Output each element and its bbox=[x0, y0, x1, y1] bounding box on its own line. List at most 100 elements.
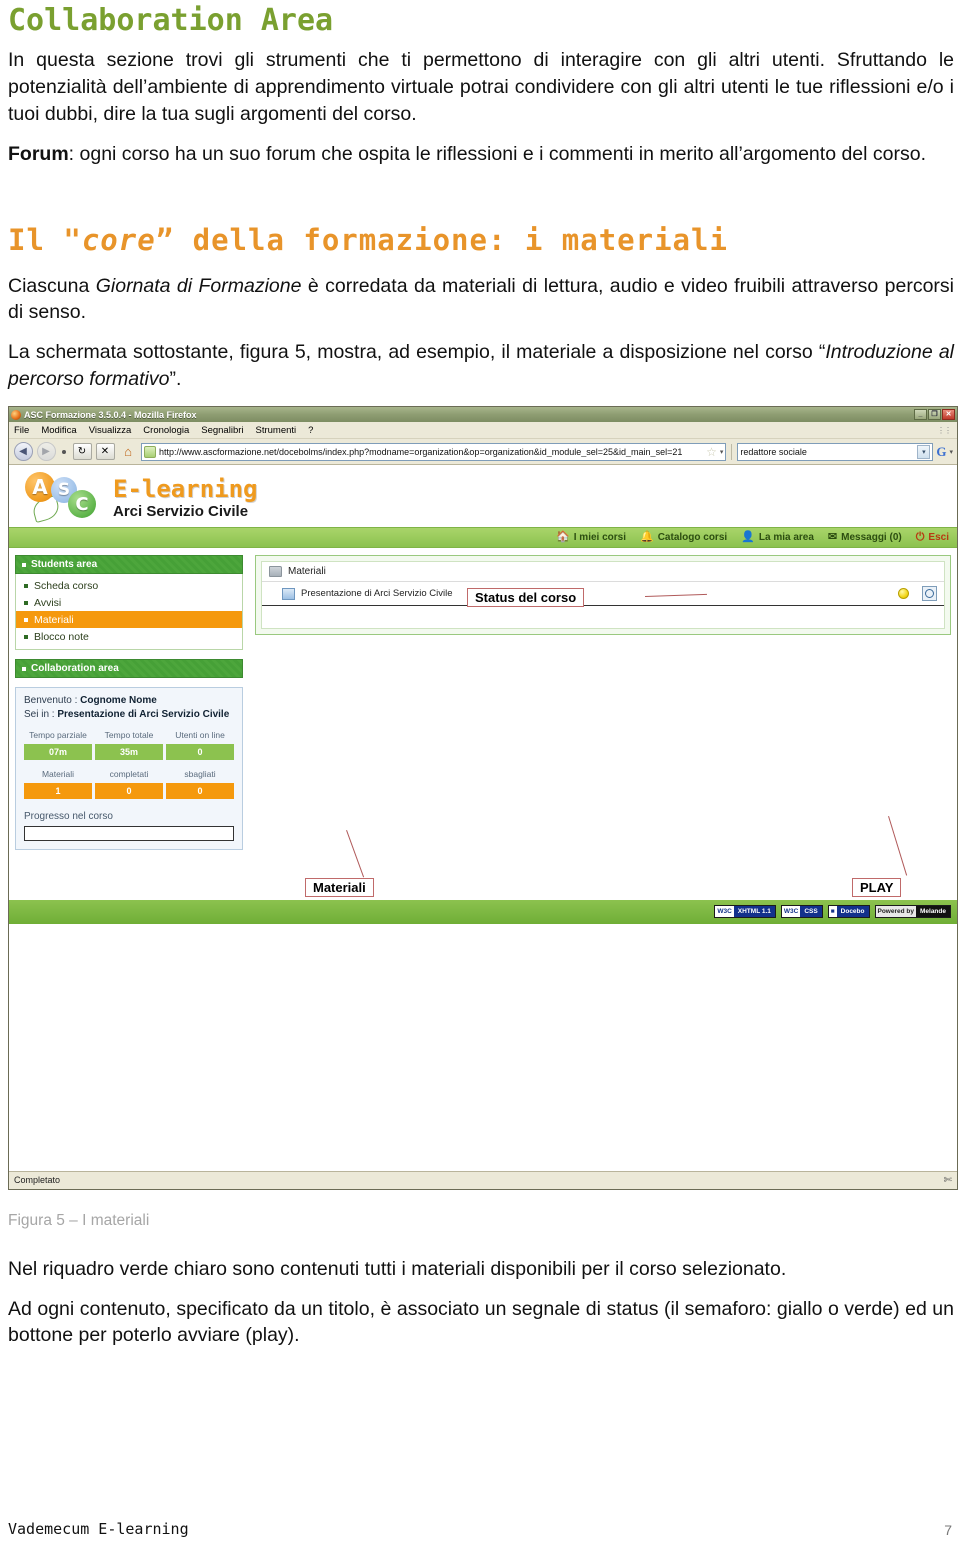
giornata-emphasis: Giornata di Formazione bbox=[95, 274, 302, 297]
menu-cronologia[interactable]: Cronologia bbox=[143, 425, 189, 436]
stat-header-sbagliati: sbagliati bbox=[184, 768, 216, 779]
material-item-label: Presentazione di Arci Servizio Civile bbox=[301, 588, 453, 600]
bullet-icon bbox=[24, 634, 28, 639]
material-item-row[interactable]: Presentazione di Arci Servizio Civile bbox=[262, 582, 944, 607]
welcome-line: Benvenuto : Cognome Nome bbox=[24, 694, 234, 708]
document-page: Collaboration Area In questa sezione tro… bbox=[0, 4, 960, 1548]
sidebar-item-blocco-note[interactable]: Blocco note bbox=[16, 628, 242, 645]
menu-visualizza[interactable]: Visualizza bbox=[89, 425, 132, 436]
stat-value-tempo-parziale: 07m bbox=[24, 743, 92, 760]
search-engine-chevron-icon[interactable]: ▾ bbox=[917, 444, 931, 459]
reload-icon: ↻ bbox=[72, 443, 92, 461]
sidebar-label-blocco-note: Blocco note bbox=[34, 630, 89, 643]
firefox-icon bbox=[11, 409, 21, 420]
footer-document-title: Vademecum E-learning bbox=[8, 1520, 189, 1538]
paragraph-riquadro: Nel riquadro verde chiaro sono contenuti… bbox=[8, 1257, 787, 1280]
nav-label-messaggi: Messaggi (0) bbox=[841, 532, 902, 544]
menu-modifica[interactable]: Modifica bbox=[41, 425, 76, 436]
statusbar-indicator-icon: ✄ bbox=[943, 1174, 952, 1186]
sidebar-label-scheda-corso: Scheda corso bbox=[34, 579, 99, 592]
forward-button[interactable]: ▶ bbox=[36, 442, 56, 462]
power-nav-icon: ⏻ bbox=[915, 531, 925, 544]
nav-item-i-miei-corsi[interactable]: 🏠 I miei corsi bbox=[556, 532, 626, 544]
search-engine-caret-icon[interactable]: ▾ bbox=[949, 448, 953, 456]
sidebar-collaboration-area-label: Collaboration area bbox=[31, 663, 119, 675]
address-bar[interactable]: http://www.ascformazione.net/docebolms/i… bbox=[141, 442, 727, 461]
stat-value-completati: 0 bbox=[95, 782, 163, 799]
search-bar[interactable]: redattore sociale ▾ bbox=[737, 442, 934, 461]
badge-css[interactable]: W3C CSS bbox=[780, 905, 823, 919]
paragraph-intro: In questa sezione trovi gli strumenti ch… bbox=[8, 49, 954, 125]
sidebar-header-students-area[interactable]: Students area bbox=[15, 555, 243, 575]
badge-xhtml-right: XHTML 1.1 bbox=[733, 906, 775, 918]
bell-nav-icon: 🔔 bbox=[640, 531, 654, 544]
welcome-label: Benvenuto : bbox=[24, 695, 78, 707]
badge-docebo[interactable]: ■ Docebo bbox=[827, 905, 870, 919]
home-button[interactable]: ⌂ bbox=[118, 442, 138, 462]
bullet-icon bbox=[22, 562, 26, 567]
sidebar-header-collaboration-area[interactable]: Collaboration area bbox=[15, 659, 243, 679]
callout-materiali: Materiali bbox=[305, 877, 374, 897]
nav-item-esci[interactable]: ⏻ Esci bbox=[915, 531, 949, 544]
user-nav-icon: 👤 bbox=[741, 531, 755, 544]
stop-button[interactable]: ✕ bbox=[95, 442, 115, 462]
chevron-down-icon[interactable]: ▾ bbox=[720, 448, 724, 456]
badge-xhtml[interactable]: W3C XHTML 1.1 bbox=[714, 905, 776, 919]
document-icon bbox=[282, 587, 295, 600]
menu-file[interactable]: File bbox=[14, 425, 29, 436]
paragraph-giornata: Ciascuna Giornata di Formazione è corred… bbox=[8, 273, 954, 327]
stop-icon: ✕ bbox=[95, 443, 115, 461]
bookmark-star-icon[interactable]: ☆ bbox=[706, 445, 717, 459]
nav-item-messaggi[interactable]: ✉ Messaggi (0) bbox=[828, 532, 902, 544]
reload-button[interactable]: ↻ bbox=[72, 442, 92, 462]
giornata-pre: Ciascuna bbox=[8, 274, 96, 297]
status-light-icon bbox=[898, 588, 909, 600]
paragraph-schermata: La schermata sottostante, figura 5, most… bbox=[8, 339, 954, 393]
materials-folder-row[interactable]: Materiali bbox=[262, 562, 944, 583]
stats-values-materials: 1 0 0 bbox=[24, 782, 234, 799]
brand-text-block: E-learning Arci Servizio Civile bbox=[113, 476, 258, 520]
page-title: Collaboration Area bbox=[8, 3, 334, 38]
schermata-pre: La schermata sottostante, figura 5, most… bbox=[8, 341, 826, 364]
heading-post: ” della formazione: i materiali bbox=[155, 222, 728, 257]
stat-header-tempo-parziale: Tempo parziale bbox=[29, 730, 87, 741]
progress-bar bbox=[24, 825, 234, 841]
menu-help[interactable]: ? bbox=[308, 425, 313, 436]
close-button[interactable]: ✕ bbox=[942, 409, 955, 421]
footer-page-number: 7 bbox=[944, 1522, 952, 1538]
minimize-button[interactable]: _ bbox=[914, 409, 927, 421]
play-button[interactable] bbox=[922, 586, 937, 602]
toolbar-dropdown-dot[interactable] bbox=[62, 449, 66, 454]
user-info-panel: Benvenuto : Cognome Nome Sei in : Presen… bbox=[15, 687, 243, 850]
browser-window-screenshot: ASC Formazione 3.5.0.4 - Mozilla Firefox… bbox=[8, 406, 958, 1190]
sidebar-label-avvisi: Avvisi bbox=[34, 596, 62, 609]
sidebar-item-avvisi[interactable]: Avvisi bbox=[16, 594, 242, 611]
stats-block-materials: Materiali completati sbagliati 1 0 0 bbox=[24, 769, 234, 799]
menu-segnalibri[interactable]: Segnalibri bbox=[201, 425, 243, 436]
status-text: Completato bbox=[14, 1175, 61, 1186]
location-value: Presentazione di Arci Servizio Civile bbox=[57, 708, 230, 720]
menu-strumenti[interactable]: Strumenti bbox=[256, 425, 297, 436]
materials-empty-row bbox=[262, 606, 944, 629]
location-label: Sei in : bbox=[24, 708, 55, 720]
badge-css-left: W3C bbox=[781, 906, 801, 918]
forum-text: : ogni corso ha un suo forum che ospita … bbox=[68, 142, 926, 165]
stat-value-sbagliati: 0 bbox=[166, 782, 234, 799]
badge-melande-right: Melande bbox=[915, 906, 950, 918]
play-icon bbox=[925, 589, 934, 599]
sidebar-item-scheda-corso[interactable]: Scheda corso bbox=[16, 577, 242, 594]
page-viewport: A S C E-learning Arci Servizio Civile 🏠 … bbox=[9, 465, 957, 1171]
stat-header-utenti-online: Utenti on line bbox=[175, 730, 225, 741]
sidebar-item-materiali[interactable]: Materiali bbox=[16, 611, 242, 629]
stat-header-tempo-totale: Tempo totale bbox=[104, 730, 154, 741]
badge-melande[interactable]: Powered by Melande bbox=[874, 905, 951, 919]
maximize-button[interactable]: ❐ bbox=[928, 409, 941, 421]
search-input-value: redattore sociale bbox=[740, 446, 807, 457]
main-panel: Materiali Presentazione di Arci Servizio… bbox=[255, 555, 951, 850]
section-heading-materiali: Il "core” della formazione: i materiali bbox=[8, 222, 954, 257]
back-button[interactable]: ◀ bbox=[13, 442, 33, 462]
callout-status-del-corso: Status del corso bbox=[467, 588, 585, 608]
nav-item-la-mia-area[interactable]: 👤 La mia area bbox=[741, 531, 814, 544]
stat-header-materiali: Materiali bbox=[41, 768, 75, 779]
nav-item-catalogo-corsi[interactable]: 🔔 Catalogo corsi bbox=[640, 531, 727, 544]
